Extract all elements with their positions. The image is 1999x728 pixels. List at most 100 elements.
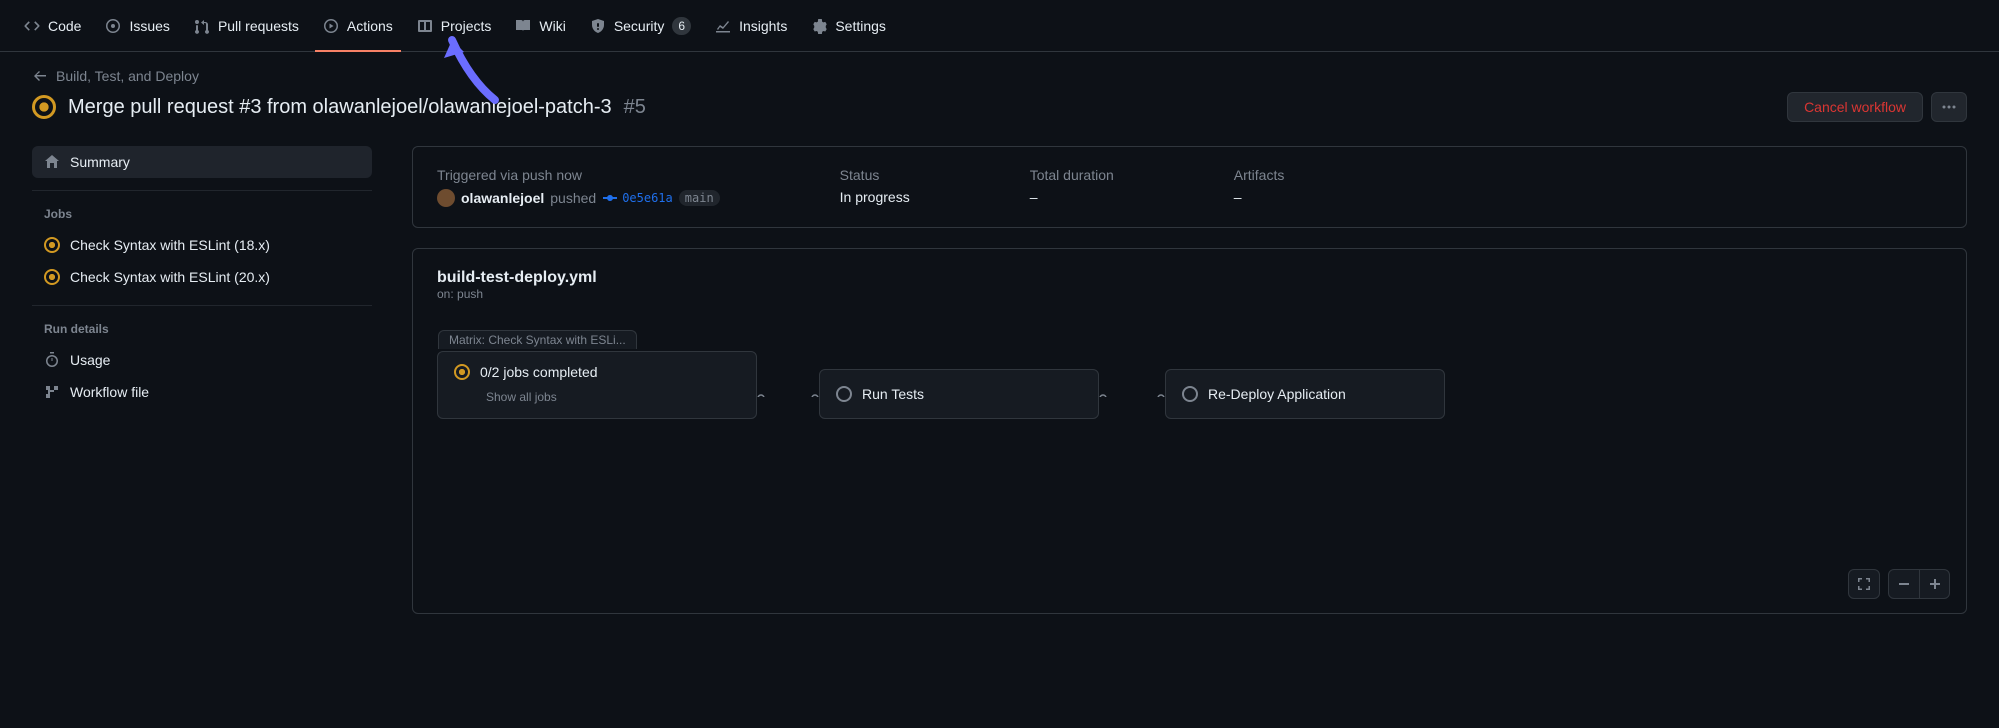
run-number: #5 [624, 96, 646, 119]
zoom-in-button[interactable] [1919, 570, 1949, 598]
sidebar-job-item[interactable]: Check Syntax with ESLint (18.x) [32, 229, 372, 261]
sidebar-workflow-file[interactable]: Workflow file [32, 376, 372, 408]
workflow-graph-canvas[interactable]: Matrix: Check Syntax with ESLi... 0/2 jo… [413, 329, 1966, 589]
workflow-file-name: build-test-deploy.yml [437, 269, 1942, 287]
gear-icon [811, 18, 827, 34]
arrow-left-icon [32, 68, 48, 84]
run-status-icon [32, 95, 56, 119]
tab-wiki[interactable]: Wiki [507, 0, 573, 52]
tab-settings[interactable]: Settings [803, 0, 894, 52]
branch-badge[interactable]: main [679, 190, 720, 206]
shield-icon [590, 18, 606, 34]
zoom-controls [1848, 569, 1950, 599]
user-link[interactable]: olawanlejoel [461, 190, 544, 206]
plus-icon [1927, 576, 1943, 592]
tab-projects-label: Projects [441, 18, 492, 34]
cancel-workflow-button[interactable]: Cancel workflow [1787, 92, 1923, 122]
sidebar-summary[interactable]: Summary [32, 146, 372, 178]
tab-actions-label: Actions [347, 18, 393, 34]
pushed-word: pushed [550, 190, 596, 206]
git-pull-request-icon [194, 18, 210, 34]
table-icon [417, 18, 433, 34]
sidebar-usage[interactable]: Usage [32, 344, 372, 376]
tab-issues-label: Issues [129, 18, 169, 34]
duration-label: Total duration [1030, 167, 1114, 183]
connector-icon [1099, 393, 1165, 397]
tab-security[interactable]: Security 6 [582, 0, 699, 52]
status-label: Status [840, 167, 910, 183]
issue-icon [105, 18, 121, 34]
status-pending-icon [836, 386, 852, 402]
tab-insights[interactable]: Insights [707, 0, 795, 52]
sidebar: Summary Jobs Check Syntax with ESLint (1… [32, 146, 372, 614]
sidebar-workflow-file-label: Workflow file [70, 384, 149, 400]
workflow-trigger: on: push [437, 287, 1942, 301]
job-card-run-tests[interactable]: Run Tests [819, 369, 1099, 419]
sidebar-job-item[interactable]: Check Syntax with ESLint (20.x) [32, 261, 372, 293]
main-layout: Summary Jobs Check Syntax with ESLint (1… [0, 130, 1999, 630]
tab-issues[interactable]: Issues [97, 0, 177, 52]
duration-value: – [1030, 189, 1114, 205]
sidebar-summary-label: Summary [70, 154, 130, 170]
run-info-card: Triggered via push now olawanlejoel push… [412, 146, 1967, 228]
sidebar-usage-label: Usage [70, 352, 110, 368]
workflow-icon [44, 384, 60, 400]
main-content: Triggered via push now olawanlejoel push… [412, 146, 1967, 614]
status-pending-icon [1182, 386, 1198, 402]
commit-link[interactable]: 0e5e61a [602, 190, 673, 206]
status-running-icon [454, 364, 470, 380]
sidebar-divider [32, 190, 372, 191]
page-title: Merge pull request #3 from olawanlejoel/… [68, 96, 612, 119]
tab-code-label: Code [48, 18, 81, 34]
graph-icon [715, 18, 731, 34]
tab-actions[interactable]: Actions [315, 0, 401, 52]
artifacts-value: – [1234, 189, 1285, 205]
code-icon [24, 18, 40, 34]
zoom-out-button[interactable] [1889, 570, 1919, 598]
page-header: Build, Test, and Deploy Merge pull reque… [0, 52, 1999, 130]
tab-wiki-label: Wiki [539, 18, 565, 34]
job-label: Run Tests [862, 386, 924, 402]
home-icon [44, 154, 60, 170]
matrix-job-card[interactable]: Matrix: Check Syntax with ESLi... 0/2 jo… [437, 351, 757, 419]
sidebar-run-details-heading: Run details [32, 318, 372, 344]
minus-icon [1896, 576, 1912, 592]
status-running-icon [44, 237, 60, 253]
tab-pulls[interactable]: Pull requests [186, 0, 307, 52]
job-card-redeploy[interactable]: Re-Deploy Application [1165, 369, 1445, 419]
connector-icon [757, 393, 819, 397]
breadcrumb-back-label: Build, Test, and Deploy [56, 68, 199, 84]
sidebar-divider [32, 305, 372, 306]
status-value: In progress [840, 189, 910, 205]
repo-nav: Code Issues Pull requests Actions Projec… [0, 0, 1999, 52]
sidebar-job-label: Check Syntax with ESLint (18.x) [70, 237, 270, 253]
tab-code[interactable]: Code [16, 0, 89, 52]
status-running-icon [44, 269, 60, 285]
git-commit-icon [602, 190, 618, 206]
breadcrumb-back[interactable]: Build, Test, and Deploy [32, 68, 1967, 84]
fullscreen-button[interactable] [1849, 570, 1879, 598]
avatar[interactable] [437, 189, 455, 207]
show-all-jobs-link[interactable]: Show all jobs [438, 386, 756, 418]
kebab-icon [1941, 99, 1957, 115]
job-label: Re-Deploy Application [1208, 386, 1346, 402]
tab-settings-label: Settings [835, 18, 886, 34]
commit-sha: 0e5e61a [622, 191, 673, 205]
tab-insights-label: Insights [739, 18, 787, 34]
security-count: 6 [672, 17, 691, 35]
fullscreen-icon [1856, 576, 1872, 592]
sidebar-jobs-heading: Jobs [32, 203, 372, 229]
artifacts-label: Artifacts [1234, 167, 1285, 183]
book-icon [515, 18, 531, 34]
matrix-tab-label: Matrix: Check Syntax with ESLi... [438, 330, 637, 349]
tab-security-label: Security [614, 18, 665, 34]
workflow-graph-card: build-test-deploy.yml on: push Matrix: [412, 248, 1967, 614]
play-icon [323, 18, 339, 34]
more-actions-button[interactable] [1931, 92, 1967, 122]
trigger-label: Triggered via push now [437, 167, 720, 183]
tab-pulls-label: Pull requests [218, 18, 299, 34]
sidebar-job-label: Check Syntax with ESLint (20.x) [70, 269, 270, 285]
matrix-status-text: 0/2 jobs completed [480, 364, 598, 380]
stopwatch-icon [44, 352, 60, 368]
tab-projects[interactable]: Projects [409, 0, 500, 52]
